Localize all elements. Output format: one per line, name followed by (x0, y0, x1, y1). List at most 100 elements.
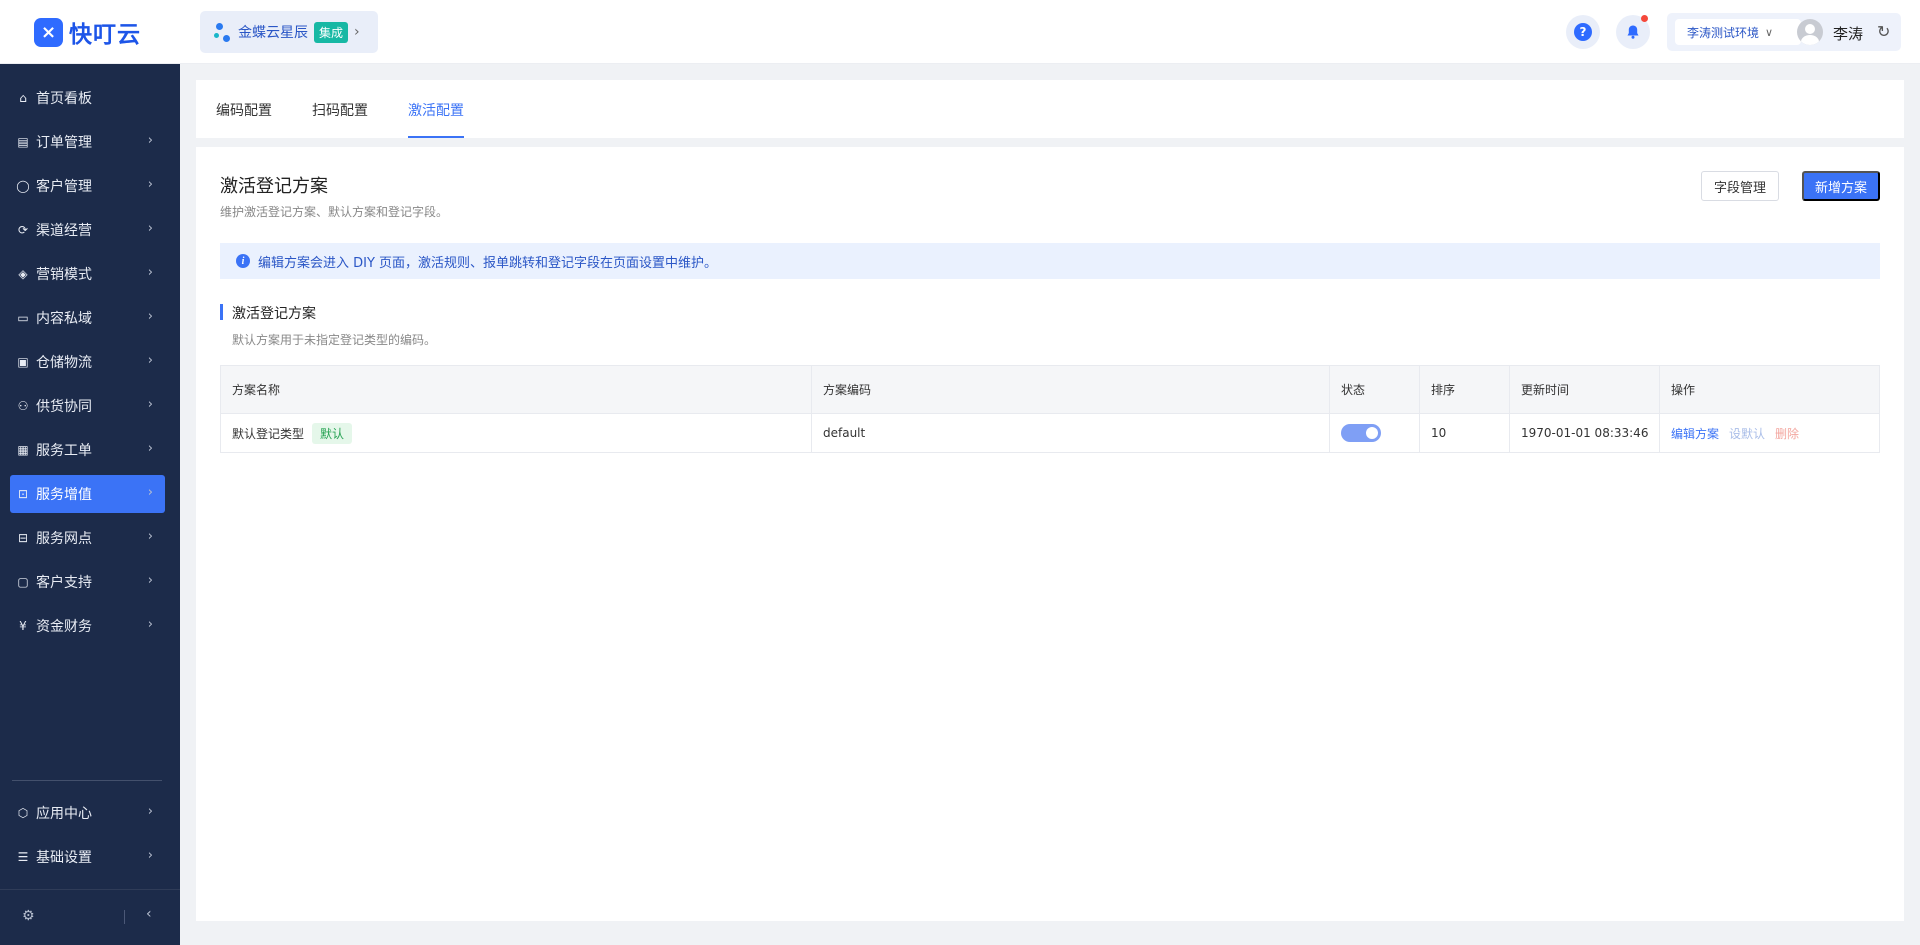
sidebar-item-label: 仓储物流 (36, 355, 92, 371)
tab-encoding-config[interactable]: 编码配置 (216, 100, 272, 120)
sidebar-item-label: 服务工单 (36, 443, 92, 459)
tag-icon: ◈ (18, 267, 28, 281)
sidebar-item[interactable]: ▣ 仓储物流 › (10, 343, 165, 381)
column-header: 状态 (1330, 366, 1420, 413)
sidebar-item[interactable]: ⟳ 渠道经营 › (10, 211, 165, 249)
bag-icon: ⊡ (17, 487, 29, 501)
sidebar-item[interactable]: ☰ 基础设置 › (10, 838, 165, 876)
chevron-right-icon: › (147, 617, 153, 632)
chevron-down-icon: ∨ (1765, 25, 1774, 39)
chevron-right-icon: › (147, 848, 153, 863)
chevron-right-icon: › (147, 177, 153, 192)
store-icon: ⊟ (17, 531, 29, 545)
set-default-link[interactable]: 设默认 (1729, 425, 1765, 442)
sidebar-item-label: 首页看板 (36, 91, 92, 107)
sidebar-item-label: 应用中心 (36, 806, 92, 822)
sidebar-item[interactable]: ▭ 内容私域 › (10, 299, 165, 337)
avatar[interactable] (1797, 19, 1823, 45)
sidebar-item[interactable]: ⬡ 应用中心 › (10, 794, 165, 832)
chevron-right-icon: › (147, 309, 153, 324)
environment-select[interactable]: 李涛测试环境 ∨ (1675, 19, 1801, 45)
default-badge: 默认 (312, 422, 353, 444)
top-header: ⨯ 快叮云 金蝶云星辰 集成 › ? 李涛测试环境 ∨ 李涛 ↻ (0, 0, 1920, 64)
supplier-icon: ⚇ (17, 399, 29, 413)
chevron-right-icon: › (147, 397, 153, 412)
sidebar-item[interactable]: ◯ 客户管理 › (10, 167, 165, 205)
finance-icon: ¥ (19, 619, 27, 633)
chevron-right-icon: › (147, 133, 153, 148)
sidebar-item[interactable]: ◈ 营销模式 › (10, 255, 165, 293)
warehouse-icon: ▣ (17, 355, 29, 369)
logo-icon: ⨯ (34, 17, 63, 47)
sidebar-item[interactable]: ⌂ 首页看板 (10, 79, 165, 117)
add-plan-button[interactable]: 新增方案 (1802, 171, 1880, 201)
table-header: 方案名称 方案编码 状态 排序 更新时间 操作 (221, 366, 1879, 414)
settings-list-icon: ☰ (17, 850, 29, 864)
info-notice: i 编辑方案会进入 DIY 页面，激活规则、报单跳转和登记字段在页面设置中维护。 (220, 243, 1880, 279)
refresh-icon[interactable]: ↻ (1877, 22, 1890, 41)
sort-value: 10 (1420, 414, 1510, 452)
sidebar-item-label: 客户支持 (36, 575, 92, 591)
collapse-sidebar-icon[interactable]: ‹ (146, 906, 152, 922)
edit-plan-link[interactable]: 编辑方案 (1671, 425, 1719, 442)
section-subtitle: 默认方案用于未指定登记类型的编码。 (232, 333, 437, 347)
main-content: 激活登记方案 维护激活登记方案、默认方案和登记字段。 字段管理 新增方案 i 编… (196, 147, 1904, 921)
column-header: 方案名称 (221, 366, 812, 413)
username[interactable]: 李涛 (1833, 23, 1863, 44)
sidebar-item[interactable]: ¥ 资金财务 › (10, 607, 165, 645)
user-area: 李涛测试环境 ∨ 李涛 ↻ (1667, 13, 1901, 51)
user-icon: ◯ (16, 179, 30, 193)
column-header: 方案编码 (812, 366, 1330, 413)
delete-link[interactable]: 删除 (1775, 425, 1799, 442)
image-icon: ▭ (17, 311, 29, 325)
page-title: 激活登记方案 (220, 176, 328, 197)
sidebar: ⌂ 首页看板 ▤ 订单管理 › ◯ 客户管理 › ⟳ 渠道经营 › ◈ 营销模式 › ▭ 内容私域 › ▣ 仓储物流… (0, 64, 180, 945)
chevron-right-icon: › (147, 573, 153, 588)
sidebar-item[interactable]: ⊡ 服务增值 › (10, 475, 165, 513)
kingdee-logo-icon (214, 21, 232, 43)
status-toggle[interactable] (1341, 424, 1381, 442)
plan-code: default (812, 414, 1330, 452)
section-title: 激活登记方案 (232, 306, 316, 322)
sidebar-item[interactable]: ▢ 客户支持 › (10, 563, 165, 601)
notification-button[interactable] (1616, 15, 1650, 49)
notice-text: 编辑方案会进入 DIY 页面，激活规则、报单跳转和登记字段在页面设置中维护。 (258, 255, 718, 271)
cube-icon: ⬡ (17, 806, 29, 820)
help-button[interactable]: ? (1566, 15, 1600, 49)
order-icon: ▤ (17, 135, 29, 149)
sidebar-item-label: 订单管理 (36, 135, 92, 151)
tab-activation-config[interactable]: 激活配置 (408, 100, 464, 120)
sidebar-item[interactable]: ⊟ 服务网点 › (10, 519, 165, 557)
column-header: 排序 (1420, 366, 1510, 413)
updated-time: 1970-01-01 08:33:46 (1510, 414, 1660, 452)
chevron-right-icon: › (147, 441, 153, 456)
sidebar-item-label: 内容私域 (36, 311, 92, 327)
active-tab-indicator (408, 136, 464, 138)
app-logo[interactable]: ⨯ 快叮云 (34, 16, 141, 48)
ticket-icon: ▦ (17, 443, 29, 457)
tab-scan-config[interactable]: 扫码配置 (312, 100, 368, 120)
plans-table: 方案名称 方案编码 状态 排序 更新时间 操作 默认登记类型 默认 defaul… (220, 365, 1880, 453)
sidebar-item-label: 服务增值 (36, 487, 92, 503)
info-icon: i (236, 254, 250, 268)
unread-dot (1641, 15, 1648, 22)
integration-switcher[interactable]: 金蝶云星辰 集成 › (200, 11, 378, 53)
sidebar-item-label: 营销模式 (36, 267, 92, 283)
section-accent-bar (220, 304, 223, 320)
sidebar-item-label: 基础设置 (36, 850, 92, 866)
config-tabs: 编码配置 扫码配置 激活配置 (196, 80, 1904, 138)
sidebar-item-label: 渠道经营 (36, 223, 92, 239)
sidebar-item-label: 资金财务 (36, 619, 92, 635)
gear-icon[interactable]: ⚙ (22, 908, 35, 924)
chevron-right-icon: › (147, 265, 153, 280)
chevron-right-icon: › (147, 485, 153, 500)
sidebar-item-label: 服务网点 (36, 531, 92, 547)
sidebar-item[interactable]: ▦ 服务工单 › (10, 431, 165, 469)
sidebar-item[interactable]: ⚇ 供货协同 › (10, 387, 165, 425)
sidebar-footer: ⚙ ‹ (0, 889, 180, 945)
sidebar-item-label: 客户管理 (36, 179, 92, 195)
field-management-button[interactable]: 字段管理 (1701, 171, 1779, 201)
column-header: 操作 (1671, 383, 1696, 397)
sidebar-item[interactable]: ▤ 订单管理 › (10, 123, 165, 161)
integration-badge: 集成 (314, 21, 349, 43)
